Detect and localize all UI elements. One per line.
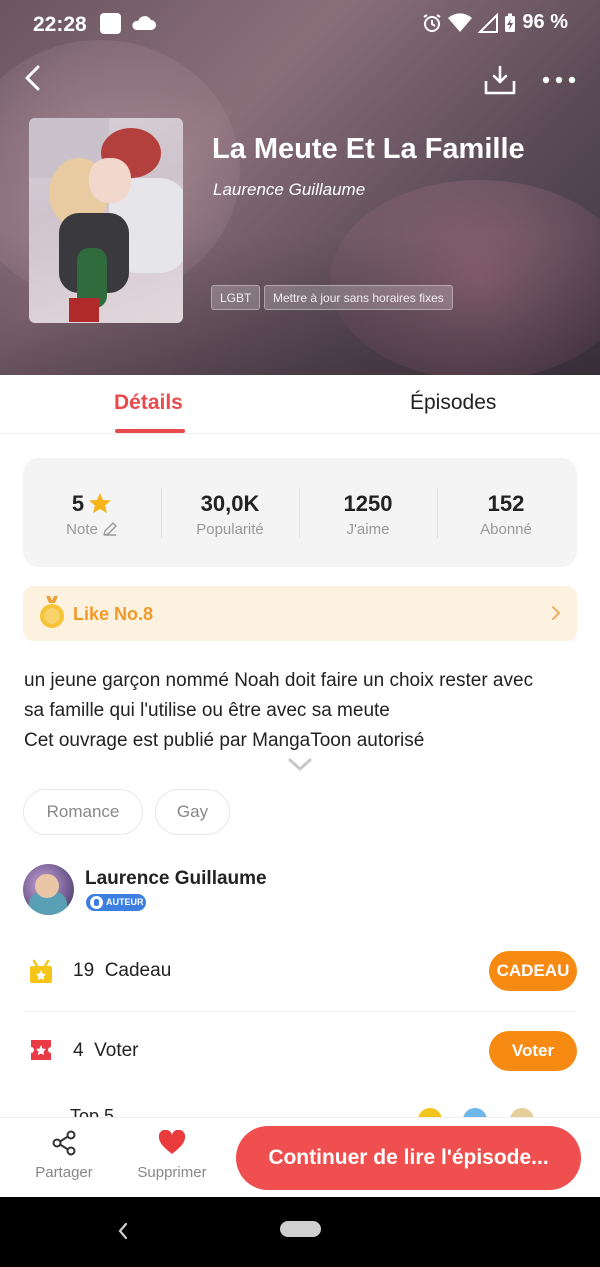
share-label: Partager — [35, 1164, 93, 1181]
tab-details[interactable]: Détails — [114, 391, 183, 415]
description-line: un jeune garçon nommé Noah doit faire un… — [24, 670, 534, 691]
likes-label: J'aime — [346, 521, 390, 538]
author-badge: AUTEUR — [86, 894, 146, 911]
subscribers-label: Abonné — [480, 521, 532, 538]
rating-label: Note — [66, 521, 98, 538]
battery-icon — [505, 13, 516, 32]
gift-icon — [30, 959, 52, 983]
star-icon — [89, 493, 112, 513]
cloud-icon — [132, 16, 156, 30]
vote-ticket-icon — [31, 1040, 51, 1060]
stat-popularity: 30,0K Popularité — [161, 458, 299, 567]
like-rank-banner[interactable]: Like No.8 — [23, 586, 577, 641]
stat-rating[interactable]: 5 Note — [23, 458, 161, 567]
nav-back-icon[interactable] — [116, 1221, 130, 1241]
share-button[interactable]: Partager — [24, 1130, 104, 1190]
description-line: Cet ouvrage est publié par MangaToon aut… — [24, 730, 425, 751]
signal-icon — [478, 12, 499, 33]
detail-tabs: Détails Épisodes — [0, 375, 600, 434]
wifi-icon — [448, 12, 473, 32]
subscribers-value: 152 — [487, 491, 525, 516]
vote-button[interactable]: Voter — [489, 1031, 577, 1071]
stat-subscribers: 152 Abonné — [437, 458, 575, 567]
expand-chevron-icon[interactable] — [288, 758, 312, 772]
remove-favorite-button[interactable]: Supprimer — [130, 1130, 214, 1190]
gift-count: 19 — [73, 960, 95, 981]
tag-update-schedule[interactable]: Mettre à jour sans horaires fixes — [264, 285, 453, 310]
back-arrow-icon[interactable] — [20, 62, 48, 94]
heart-icon — [159, 1130, 185, 1154]
book-header: 22:28 96 % La Meute Et La Famille Lauren… — [0, 0, 600, 375]
book-author: Laurence Guillaume — [213, 180, 366, 199]
popularity-label: Popularité — [196, 521, 264, 538]
bottom-action-bar: Partager Supprimer Continuer de lire l'é… — [0, 1117, 600, 1197]
likes-value: 1250 — [343, 491, 393, 516]
alarm-icon — [423, 13, 441, 32]
status-bar: 22:28 96 % — [0, 0, 600, 48]
status-time: 22:28 — [33, 13, 87, 36]
author-badge-icon — [90, 896, 103, 909]
tab-episodes[interactable]: Épisodes — [410, 391, 496, 415]
book-cover-image — [29, 118, 183, 323]
active-tab-indicator — [115, 429, 185, 433]
chevron-right-icon — [552, 606, 561, 620]
popularity-value: 30,0K — [200, 491, 260, 516]
rank-label: Like No.8 — [73, 604, 154, 624]
book-description: un jeune garçon nommé Noah doit faire un… — [24, 666, 584, 756]
vote-count: 4 — [73, 1040, 84, 1061]
battery-percent: 96 % — [522, 11, 568, 33]
more-options-icon[interactable] — [540, 72, 578, 88]
gift-label: Cadeau — [104, 960, 172, 981]
rating-value: 5 — [71, 491, 85, 516]
stat-likes: 1250 J'aime — [299, 458, 437, 567]
author-avatar[interactable] — [23, 864, 74, 915]
status-indicators: 96 % — [422, 11, 568, 34]
nav-home-pill[interactable] — [280, 1221, 321, 1237]
system-nav-bar — [0, 1197, 600, 1267]
author-badge-label: AUTEUR — [106, 897, 144, 907]
edit-pencil-icon[interactable] — [102, 521, 118, 537]
author-name[interactable]: Laurence Guillaume — [85, 868, 267, 890]
tag-lgbt[interactable]: LGBT — [211, 285, 261, 310]
book-title: La Meute Et La Famille — [212, 133, 525, 165]
remove-favorite-label: Supprimer — [137, 1164, 207, 1181]
stats-panel: 5 Note 30,0K Popularité 1250 J'aime 152 … — [23, 458, 577, 567]
continue-reading-button[interactable]: Continuer de lire l'épisode... — [236, 1126, 581, 1190]
download-icon[interactable] — [483, 64, 517, 96]
gift-button[interactable]: CADEAU — [489, 951, 577, 991]
vote-row: 4 Voter Voter — [23, 1012, 577, 1092]
vote-label: Voter — [94, 1040, 139, 1061]
share-icon — [52, 1130, 76, 1156]
gift-row: 19 Cadeau CADEAU — [23, 932, 577, 1012]
medal-icon — [40, 596, 64, 628]
genre-chip-romance[interactable]: Romance — [23, 789, 143, 835]
notification-square-icon — [100, 13, 121, 34]
genre-chip-gay[interactable]: Gay — [155, 789, 230, 835]
description-line: sa famille qui l'utilise ou être avec sa… — [24, 700, 390, 721]
